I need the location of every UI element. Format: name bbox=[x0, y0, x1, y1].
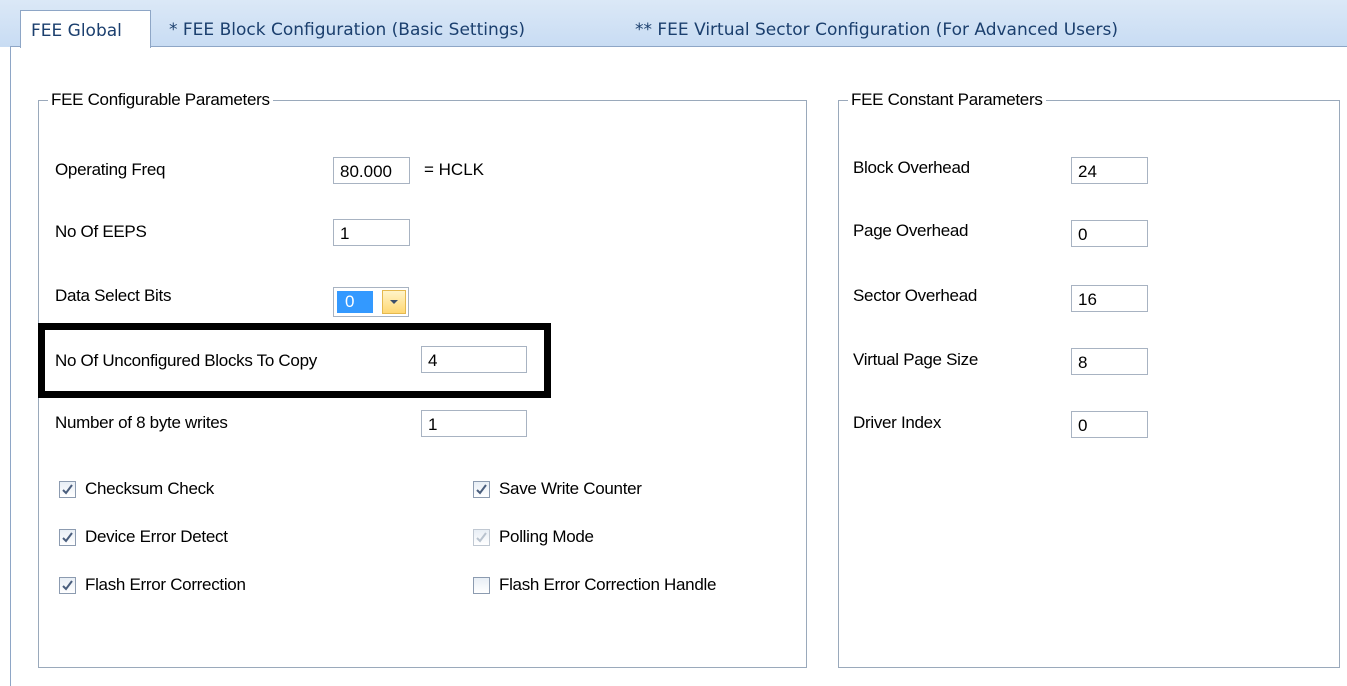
polling-mode-label: Polling Mode bbox=[499, 527, 594, 546]
tab-fee-virtual-sector-configuration[interactable]: ** FEE Virtual Sector Configuration (For… bbox=[626, 14, 1127, 47]
operating-freq-suffix: = HCLK bbox=[424, 160, 484, 179]
checkmark-icon bbox=[59, 576, 76, 594]
checkmark-icon bbox=[59, 528, 76, 546]
page-overhead-label: Page Overhead bbox=[853, 221, 969, 240]
flash-error-correction-handle-label: Flash Error Correction Handle bbox=[499, 575, 717, 594]
device-error-detect-checkbox[interactable]: Device Error Detect bbox=[59, 526, 228, 548]
save-write-counter-checkbox[interactable]: Save Write Counter bbox=[473, 478, 642, 500]
flash-error-correction-checkbox[interactable]: Flash Error Correction bbox=[59, 574, 246, 596]
flash-error-correction-handle-checkbox[interactable]: Flash Error Correction Handle bbox=[473, 574, 716, 596]
operating-freq-label: Operating Freq bbox=[55, 160, 166, 179]
highlight-rectangle bbox=[38, 323, 551, 398]
no-of-eeps-input[interactable]: 1 bbox=[333, 219, 410, 246]
byte-writes-label: Number of 8 byte writes bbox=[55, 413, 228, 432]
no-of-eeps-label: No Of EEPS bbox=[55, 222, 147, 241]
save-write-counter-label: Save Write Counter bbox=[499, 479, 642, 498]
virtual-page-size-label: Virtual Page Size bbox=[853, 350, 978, 369]
operating-freq-input[interactable]: 80.000 bbox=[333, 157, 410, 184]
empty-checkbox-icon bbox=[473, 576, 490, 594]
chevron-down-icon bbox=[390, 300, 398, 304]
checkmark-icon bbox=[473, 480, 490, 498]
polling-mode-checkbox: Polling Mode bbox=[473, 526, 594, 548]
driver-index-field: 0 bbox=[1071, 411, 1148, 438]
data-select-bits-value: 0 bbox=[337, 291, 373, 313]
page-overhead-field: 0 bbox=[1071, 220, 1148, 247]
dropdown-arrow-button[interactable] bbox=[382, 290, 406, 314]
tab-fee-global[interactable]: FEE Global bbox=[20, 10, 151, 48]
data-select-bits-dropdown[interactable]: 0 bbox=[333, 287, 409, 317]
device-error-detect-label: Device Error Detect bbox=[85, 527, 228, 546]
sector-overhead-field: 16 bbox=[1071, 285, 1148, 312]
block-overhead-label: Block Overhead bbox=[853, 158, 970, 177]
checksum-check-label: Checksum Check bbox=[85, 479, 215, 498]
checkmark-icon bbox=[473, 528, 490, 546]
byte-writes-input[interactable]: 1 bbox=[421, 410, 527, 437]
data-select-bits-label: Data Select Bits bbox=[55, 286, 172, 305]
checkmark-icon bbox=[59, 480, 76, 498]
sector-overhead-label: Sector Overhead bbox=[853, 286, 978, 305]
constant-parameters-group: FEE Constant Parameters bbox=[838, 89, 1340, 668]
checksum-check-checkbox[interactable]: Checksum Check bbox=[59, 478, 214, 500]
driver-index-label: Driver Index bbox=[853, 413, 942, 432]
block-overhead-field: 24 bbox=[1071, 157, 1148, 184]
configurable-parameters-title: FEE Configurable Parameters bbox=[48, 89, 273, 111]
tab-strip: FEE Global * FEE Block Configuration (Ba… bbox=[0, 0, 1347, 48]
flash-error-correction-label: Flash Error Correction bbox=[85, 575, 246, 594]
virtual-page-size-field: 8 bbox=[1071, 348, 1148, 375]
tab-fee-block-configuration[interactable]: * FEE Block Configuration (Basic Setting… bbox=[160, 14, 534, 47]
constant-parameters-title: FEE Constant Parameters bbox=[848, 89, 1046, 111]
